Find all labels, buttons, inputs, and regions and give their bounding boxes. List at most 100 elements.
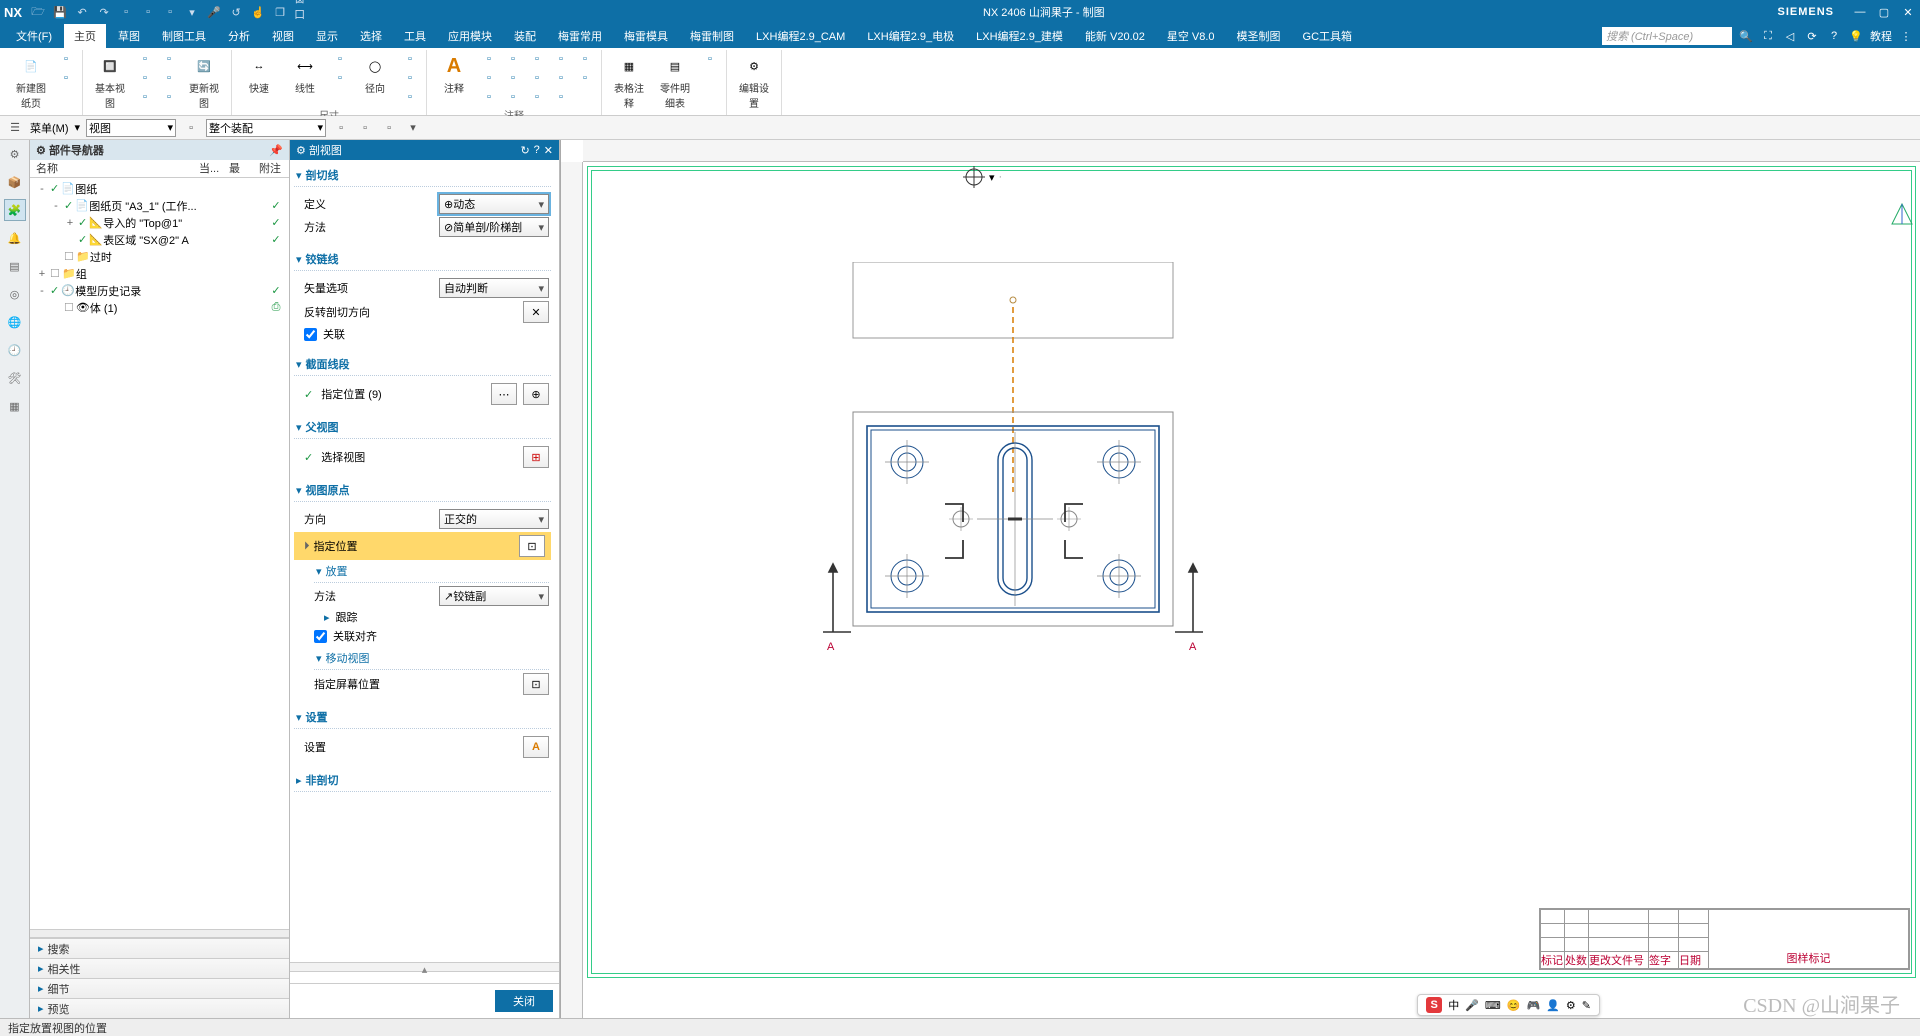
view-icon[interactable]: ▫ bbox=[135, 69, 155, 87]
dim-icon[interactable]: ▫ bbox=[400, 50, 420, 68]
minimize-button[interactable]: — bbox=[1852, 6, 1868, 18]
new-sheet-button[interactable]: 📄新建图纸页 bbox=[10, 50, 52, 112]
help-icon[interactable]: ? bbox=[1826, 30, 1842, 42]
specify-position-button[interactable]: ⊡ bbox=[519, 535, 545, 557]
sheet-icon[interactable]: ▫ bbox=[56, 69, 76, 87]
acc-detail[interactable]: ▸细节 bbox=[30, 978, 289, 998]
qat-icon[interactable]: ↺ bbox=[228, 4, 244, 20]
point-dialog-button[interactable]: ⋯ bbox=[491, 383, 517, 405]
touch-icon[interactable]: ☝ bbox=[250, 4, 266, 20]
menu-lxh3[interactable]: LXH编程2.9_建模 bbox=[966, 24, 1073, 48]
view-icon[interactable]: ▫ bbox=[135, 50, 155, 68]
specify-position-row[interactable]: ⏵指定位置 ⊡ bbox=[294, 532, 551, 560]
browser-icon[interactable]: 🌐 bbox=[5, 312, 25, 332]
sec-settings[interactable]: ▾设置 bbox=[294, 706, 551, 729]
gear-icon[interactable]: ⚙ bbox=[36, 144, 46, 157]
window-icon[interactable]: ❐ bbox=[272, 4, 288, 20]
fullscreen-icon[interactable]: ⛶ bbox=[1760, 30, 1776, 43]
rapid-dim-button[interactable]: ↔快速 bbox=[238, 50, 280, 97]
menu-gc[interactable]: GC工具箱 bbox=[1293, 24, 1363, 48]
qat-icon[interactable]: ▫ bbox=[162, 4, 178, 20]
tutorial-label[interactable]: 教程 bbox=[1870, 28, 1892, 44]
table-icon[interactable]: ▫ bbox=[700, 50, 720, 68]
part-navigator-tab[interactable]: 🧩 bbox=[5, 200, 25, 220]
view-icon[interactable]: ▫ bbox=[159, 50, 179, 68]
sec-origin[interactable]: ▾视图原点 bbox=[294, 479, 551, 502]
qat-icon[interactable]: ▫ bbox=[118, 4, 134, 20]
sec-place[interactable]: ▾放置 bbox=[314, 560, 549, 583]
menu-select[interactable]: 选择 bbox=[350, 24, 392, 48]
sogou-icon[interactable]: S bbox=[1426, 997, 1442, 1013]
definition-combo[interactable]: ⊕ 动态▾ bbox=[439, 194, 549, 214]
menu-lxh1[interactable]: LXH编程2.9_CAM bbox=[746, 24, 855, 48]
refresh-icon[interactable]: ↻ bbox=[520, 144, 529, 157]
tree-row[interactable]: +✓📐导入的 "Top@1"✓ bbox=[30, 214, 289, 231]
settings-icon[interactable]: ⚙ bbox=[5, 144, 25, 164]
note-icon[interactable]: ▫ bbox=[575, 50, 595, 68]
dim-icon[interactable]: ▫ bbox=[400, 88, 420, 106]
sec-seg[interactable]: ▾截面线段 bbox=[294, 353, 551, 376]
layer-icon[interactable]: ▤ bbox=[5, 256, 25, 276]
mic-icon[interactable]: 🎤 bbox=[206, 4, 222, 20]
maximize-button[interactable]: ▢ bbox=[1876, 6, 1892, 19]
dim-icon[interactable]: ▫ bbox=[400, 69, 420, 87]
note-icon[interactable]: ▫ bbox=[551, 50, 571, 68]
note-icon[interactable]: ▫ bbox=[503, 88, 523, 106]
menu-button[interactable]: 菜单(M) bbox=[30, 120, 69, 136]
note-icon[interactable]: ▫ bbox=[479, 88, 499, 106]
save-icon[interactable]: 💾 bbox=[52, 4, 68, 20]
dim-icon[interactable]: ▫ bbox=[330, 50, 350, 68]
qat-icon[interactable]: ▾ bbox=[184, 4, 200, 20]
note-icon[interactable]: ▫ bbox=[527, 69, 547, 87]
point-constructor-button[interactable]: ⊕ bbox=[523, 383, 549, 405]
lbl-track[interactable]: 跟踪 bbox=[336, 609, 358, 625]
note-icon[interactable]: ▫ bbox=[503, 50, 523, 68]
place-method-combo[interactable]: ↗ 铰链副▾ bbox=[439, 586, 549, 606]
note-icon[interactable]: ▫ bbox=[575, 69, 595, 87]
menu-asm[interactable]: 装配 bbox=[504, 24, 546, 48]
direction-combo[interactable]: 正交的▾ bbox=[439, 509, 549, 529]
close-button[interactable]: ✕ bbox=[1900, 6, 1916, 19]
vector-option-combo[interactable]: 自动判断▾ bbox=[439, 278, 549, 298]
assoc-checkbox[interactable] bbox=[304, 328, 317, 341]
menu-sketch[interactable]: 草图 bbox=[108, 24, 150, 48]
note-icon[interactable]: ▫ bbox=[551, 88, 571, 106]
table-note-button[interactable]: ▦表格注释 bbox=[608, 50, 650, 112]
tree-row[interactable]: -✓🕘模型历史记录✓ bbox=[30, 282, 289, 299]
menu-home[interactable]: 主页 bbox=[64, 24, 106, 48]
sheet-icon[interactable]: ▫ bbox=[56, 50, 76, 68]
tools-icon[interactable]: 🛠 bbox=[5, 368, 25, 388]
note-button[interactable]: A注释 bbox=[433, 50, 475, 97]
nav-tree[interactable]: -✓📄图纸-✓📄图纸页 "A3_1" (工作...✓+✓📐导入的 "Top@1"… bbox=[30, 178, 289, 929]
menu-nx[interactable]: 能新 V20.02 bbox=[1075, 24, 1155, 48]
base-view-button[interactable]: 🔲基本视图 bbox=[89, 50, 131, 112]
refresh-icon[interactable]: ⟳ bbox=[1804, 30, 1820, 43]
sec-noncut[interactable]: ▸非剖切 bbox=[294, 769, 551, 792]
sec-parent[interactable]: ▾父视图 bbox=[294, 416, 551, 439]
filter-combo[interactable]: 视图▾ bbox=[86, 119, 176, 137]
drawing-canvas[interactable]: ▾· bbox=[560, 140, 1920, 1018]
tree-row[interactable]: -✓📄图纸 bbox=[30, 180, 289, 197]
tree-row[interactable]: ✓📐表区域 "SX@2" A✓ bbox=[30, 231, 289, 248]
select-view-button[interactable]: ⊞ bbox=[523, 446, 549, 468]
help-icon[interactable]: ? bbox=[534, 144, 540, 157]
edit-settings-button[interactable]: ⚙编辑设置 bbox=[733, 50, 775, 112]
tree-row[interactable]: -✓📄图纸页 "A3_1" (工作...✓ bbox=[30, 197, 289, 214]
note-icon[interactable]: ▫ bbox=[527, 50, 547, 68]
dim-icon[interactable]: ▫ bbox=[330, 69, 350, 87]
note-icon[interactable]: ▫ bbox=[503, 69, 523, 87]
close-icon[interactable]: ✕ bbox=[544, 144, 553, 157]
note-icon[interactable]: ▫ bbox=[479, 69, 499, 87]
tree-row[interactable]: ☐📁过时 bbox=[30, 248, 289, 265]
close-button[interactable]: 关闭 bbox=[495, 990, 553, 1012]
filter-icon[interactable]: ▫ bbox=[182, 119, 200, 137]
sel-icon[interactable]: ▫ bbox=[332, 119, 350, 137]
nav-back-icon[interactable]: ◁ bbox=[1782, 30, 1798, 43]
screen-pos-button[interactable]: ⊡ bbox=[523, 673, 549, 695]
menu-analysis[interactable]: 分析 bbox=[218, 24, 260, 48]
view-icon[interactable]: ▫ bbox=[159, 69, 179, 87]
method-combo[interactable]: ⊘ 简单剖/阶梯剖▾ bbox=[439, 217, 549, 237]
scope-combo[interactable]: 整个装配▾ bbox=[206, 119, 326, 137]
lbl-specpos[interactable]: 指定位置 (9) bbox=[321, 386, 485, 402]
acc-related[interactable]: ▸相关性 bbox=[30, 958, 289, 978]
